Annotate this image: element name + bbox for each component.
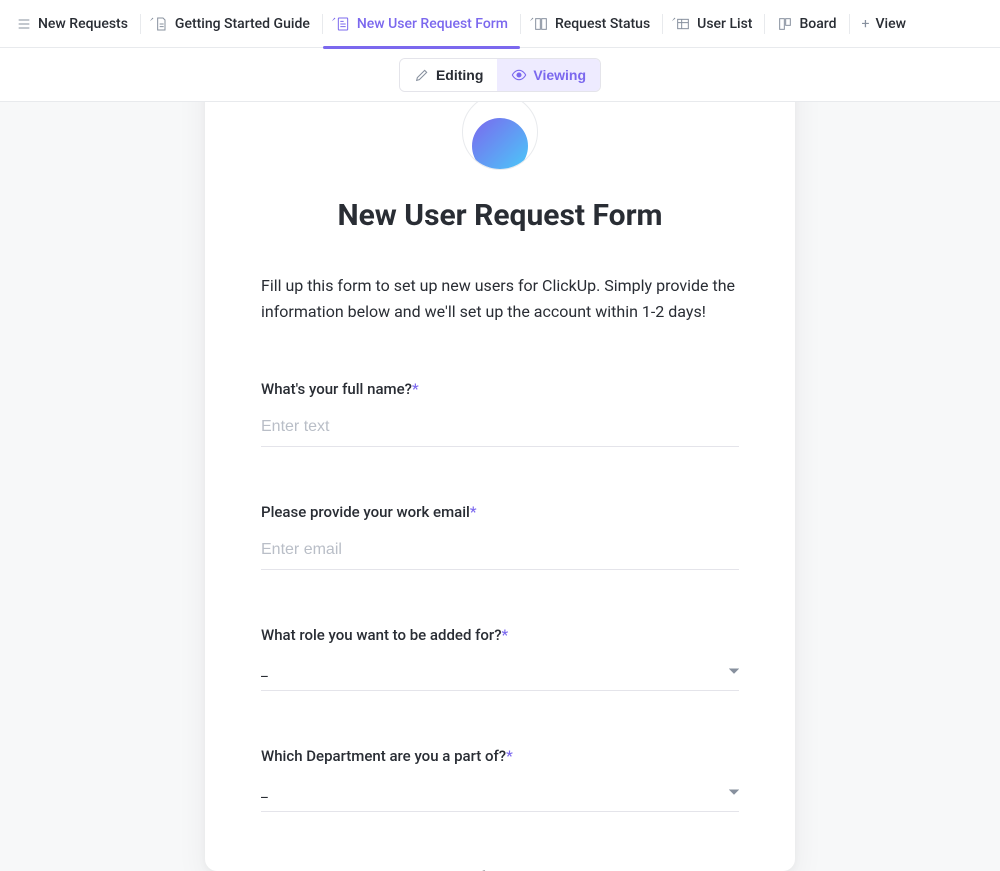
form-avatar [462, 102, 538, 170]
tab-label: Request Status [555, 16, 650, 32]
plus-icon: + [862, 16, 870, 32]
department-select[interactable]: _ [261, 779, 739, 812]
field-label: What's your full name?* [261, 380, 739, 398]
viewing-button[interactable]: Viewing [497, 59, 600, 91]
pencil-icon [414, 67, 430, 83]
select-value: _ [261, 662, 269, 680]
required-star: * [502, 626, 509, 644]
chevron-down-icon [729, 666, 739, 676]
mode-segmented-control: Editing Viewing [399, 58, 601, 92]
field-full-name: What's your full name?* [261, 380, 739, 447]
editing-label: Editing [436, 67, 483, 83]
pin-icon [330, 11, 339, 20]
pin-icon [670, 11, 679, 20]
field-work-email: Please provide your work email* [261, 503, 739, 570]
eye-icon [511, 67, 527, 83]
pin-icon [148, 11, 157, 20]
table-icon [675, 16, 691, 32]
tab-getting-started[interactable]: Getting Started Guide [141, 0, 322, 48]
tabs-bar: New Requests Getting Started Guide New U… [0, 0, 1000, 48]
tab-board[interactable]: Board [765, 0, 848, 48]
tab-add-view[interactable]: + View [850, 0, 918, 48]
select-value: _ [261, 783, 269, 801]
required-star: * [506, 747, 513, 765]
form-title: New User Request Form [261, 198, 739, 233]
viewing-label: Viewing [533, 67, 586, 83]
form-canvas: New User Request Form Fill up this form … [0, 102, 1000, 871]
form-description: Fill up this form to set up new users fo… [261, 273, 739, 324]
field-label: Please provide your work email* [261, 503, 739, 521]
work-email-input[interactable] [261, 535, 739, 570]
doc-icon [153, 16, 169, 32]
field-label: Which Department are you a part of?* [261, 747, 739, 765]
field-department: Which Department are you a part of?* _ [261, 747, 739, 812]
status-icon [533, 16, 549, 32]
tab-label: User List [697, 16, 752, 32]
required-star: * [412, 380, 419, 398]
required-star: * [470, 503, 477, 521]
mode-bar: Editing Viewing [0, 48, 1000, 102]
tab-label: New User Request Form [357, 16, 508, 32]
full-name-input[interactable] [261, 412, 739, 447]
board-icon [777, 16, 793, 32]
editing-button[interactable]: Editing [400, 59, 497, 91]
form-icon [335, 16, 351, 32]
chevron-down-icon [729, 787, 739, 797]
tab-new-user-request-form[interactable]: New User Request Form [323, 0, 520, 48]
tab-label: New Requests [38, 16, 128, 32]
tab-label: View [875, 16, 906, 32]
gradient-blob-icon [472, 118, 528, 170]
field-label: What role you want to be added for?* [261, 626, 739, 644]
form-card: New User Request Form Fill up this form … [205, 102, 795, 871]
tab-user-list[interactable]: User List [663, 0, 764, 48]
field-role: What role you want to be added for?* _ [261, 626, 739, 691]
tab-label: Board [799, 16, 836, 32]
list-icon [16, 16, 32, 32]
role-select[interactable]: _ [261, 658, 739, 691]
tab-request-status[interactable]: Request Status [521, 0, 662, 48]
tab-label: Getting Started Guide [175, 16, 310, 32]
pin-icon [528, 11, 537, 20]
tab-new-requests[interactable]: New Requests [4, 0, 140, 48]
